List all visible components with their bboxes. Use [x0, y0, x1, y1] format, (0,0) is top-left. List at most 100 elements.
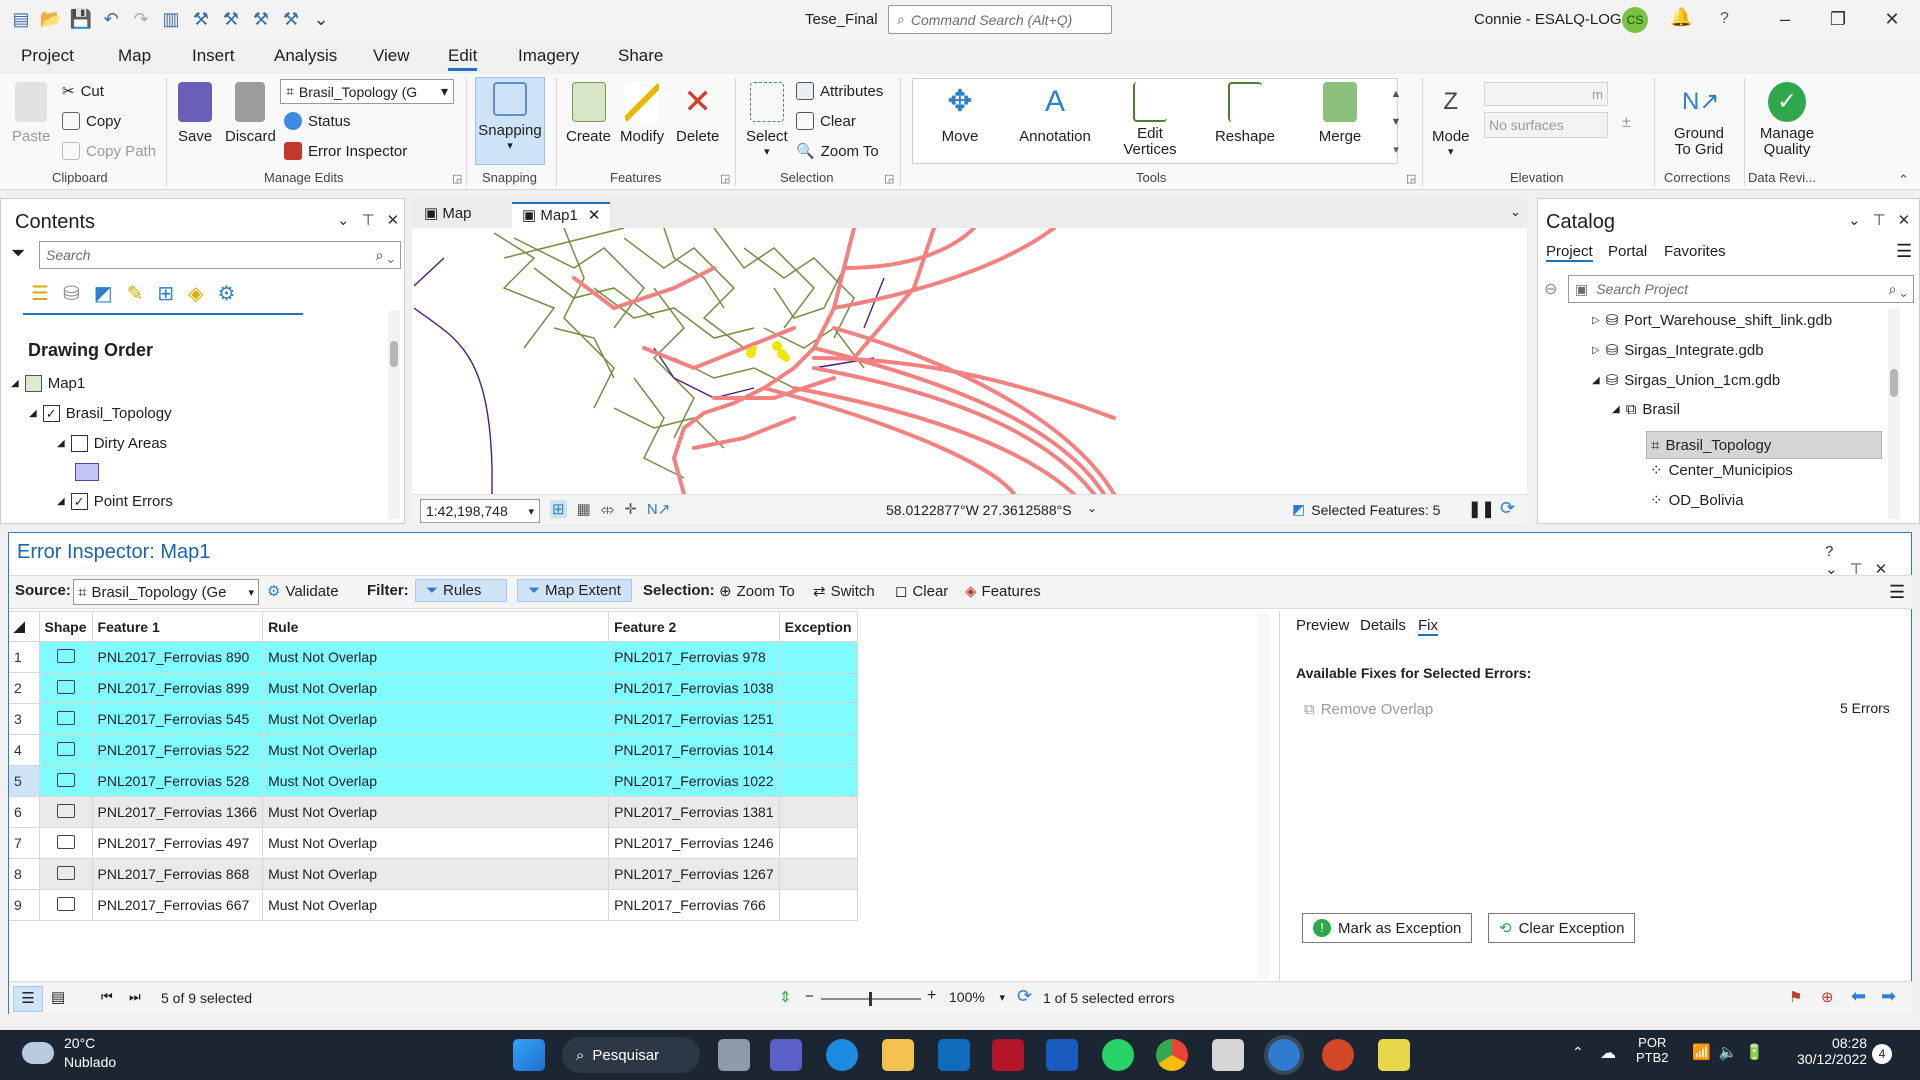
pane-controls[interactable]: ⌄⊤✕	[337, 211, 411, 229]
layer-visibility-checkbox[interactable]: ✓	[70, 493, 88, 510]
tree-item-point-errors[interactable]: ◢ ✓ Point Errors	[57, 493, 173, 510]
zoom-select[interactable]: 100% ▾	[949, 989, 1005, 1005]
table-row[interactable]: 4 PNL2017_Ferrovias 522 Must Not Overlap PN…	[9, 734, 858, 766]
selected-features-indicator[interactable]: ◩ Selected Features: 5	[1292, 501, 1440, 518]
switch-selection-button[interactable]: ⇄ Switch	[813, 582, 875, 601]
catalog-scrollbar[interactable]	[1888, 309, 1900, 519]
contents-scrollbar[interactable]	[388, 311, 400, 519]
file-explorer-icon[interactable]	[882, 1039, 914, 1071]
mode-button[interactable]: Z Mode ▾	[1432, 82, 1470, 158]
select-all-corner[interactable]: ◢	[9, 611, 40, 642]
ground-to-grid-button[interactable]: N↗ Ground To Grid	[1664, 82, 1734, 158]
tab-edit[interactable]: Edit	[448, 46, 478, 71]
clear-selection-button[interactable]: Clear	[796, 112, 856, 130]
edit-vertices-tool[interactable]: Edit Vertices	[1110, 82, 1190, 158]
undo-icon[interactable]: ↶	[98, 8, 124, 30]
zoom-error-icon[interactable]: ⊕	[1821, 988, 1834, 1006]
pane-controls[interactable]: ⌄⊤✕	[1848, 211, 1920, 229]
last-record-icon[interactable]: ⏭	[129, 989, 141, 1005]
zoom-to-selection-button[interactable]: 🔍 Zoom To	[796, 142, 879, 161]
select-features-button[interactable]: ◈ Features	[965, 582, 1041, 601]
snipping-tool-icon[interactable]	[1212, 1039, 1244, 1071]
discard-edits-button[interactable]: Discard	[225, 82, 276, 145]
tab-map1-view[interactable]: ▣ Map1 ✕	[512, 202, 611, 228]
tab-share[interactable]: Share	[618, 46, 663, 66]
zoom-in-icon[interactable]: +	[927, 987, 936, 1005]
pane-controls[interactable]: ?⌄⊤✕	[1825, 543, 1911, 578]
avatar[interactable]: CS	[1622, 7, 1648, 33]
select-button[interactable]: Select ▾	[746, 82, 788, 158]
column-header-shape[interactable]: Shape	[38, 611, 93, 642]
first-record-icon[interactable]: ⏮	[101, 989, 113, 1005]
table-vertical-scrollbar[interactable]	[1257, 613, 1269, 979]
selection-view-icon[interactable]: ◩	[94, 281, 113, 306]
north-arrow-icon[interactable]: N↗	[647, 500, 670, 518]
expand-icon[interactable]: ▷	[1592, 345, 1600, 356]
show-hidden-icons-chevron-icon[interactable]: ⌃	[1572, 1044, 1584, 1061]
notification-badge[interactable]: 4	[1872, 1044, 1892, 1064]
collapse-icon[interactable]: ◢	[29, 408, 37, 419]
table-row[interactable]: 1 PNL2017_Ferrovias 890 Must Not Overlap PN…	[9, 641, 858, 673]
refresh-icon[interactable]: ⟳	[1500, 498, 1515, 519]
dialog-launcher-icon[interactable]: ◲	[884, 172, 894, 185]
edge-icon[interactable]	[826, 1039, 858, 1071]
chrome-icon[interactable]	[1156, 1039, 1188, 1071]
arcgis-pro-icon[interactable]	[1268, 1039, 1300, 1071]
tab-catalog-favorites[interactable]: Favorites	[1664, 243, 1726, 260]
zoom-slider[interactable]	[821, 992, 921, 1006]
input-language[interactable]: POR PTB2	[1636, 1035, 1669, 1065]
manage-quality-button[interactable]: ✓ Manage Quality	[1752, 82, 1822, 158]
catalog-search-input[interactable]: ▣ Search Project ⌕ ⌄	[1568, 275, 1914, 303]
table-row[interactable]: 5 PNL2017_Ferrovias 528 Must Not Overlap PN…	[9, 765, 858, 797]
grid-icon[interactable]: ▦	[577, 500, 591, 518]
redo-icon[interactable]: ↷	[128, 8, 154, 30]
tab-view[interactable]: View	[373, 46, 410, 66]
tab-fix[interactable]: Fix	[1418, 617, 1438, 636]
source-select[interactable]: ⌗ Brasil_Topology (Ge ▾	[73, 579, 259, 605]
outlook-icon[interactable]	[938, 1039, 970, 1071]
topology-select[interactable]: ⌗ Brasil_Topology (G ▾	[280, 79, 454, 104]
copy-path-button[interactable]: Copy Path	[62, 142, 156, 160]
delete-button[interactable]: ✕ Delete	[676, 82, 719, 145]
charts-view-icon[interactable]: ⚙	[218, 281, 236, 306]
list-view-icon[interactable]: ☰	[13, 986, 43, 1012]
word-icon[interactable]	[1046, 1039, 1078, 1071]
column-header-feature2[interactable]: Feature 2	[608, 611, 780, 642]
pause-drawing-icon[interactable]: ❚❚	[1468, 499, 1495, 519]
error-inspector-button[interactable]: Error Inspector	[284, 142, 407, 160]
tab-imagery[interactable]: Imagery	[518, 46, 579, 66]
elevation-settings-icon[interactable]: ±	[1622, 114, 1631, 132]
filter-icon[interactable]: ⏷	[11, 243, 25, 264]
gallery-scroll[interactable]: ▲ ▼ ▾	[1388, 80, 1404, 164]
annotation-tool[interactable]: A Annotation	[1015, 82, 1095, 145]
close-icon[interactable]: ✕	[1877, 6, 1907, 32]
menu-icon[interactable]: ☰	[1889, 582, 1905, 603]
table-row[interactable]: 8 PNL2017_Ferrovias 868 Must Not Overlap PN…	[9, 858, 858, 890]
geoprocessing-tool-icon[interactable]: ⚒	[188, 8, 214, 30]
paste-button[interactable]: Paste	[12, 82, 50, 145]
map-scale-select[interactable]: 1:42,198,748 ▾	[420, 499, 540, 523]
modify-button[interactable]: Modify	[620, 82, 664, 145]
mark-as-exception-button[interactable]: ! Mark as Exception	[1302, 913, 1473, 943]
catalog-item-gdb[interactable]: ▷ ⛁ Sirgas_Integrate.gdb	[1592, 341, 1764, 360]
crosshair-icon[interactable]: ✛	[624, 500, 637, 518]
refresh-icon[interactable]: ⟳	[1017, 986, 1032, 1007]
labeling-view-icon[interactable]: ◈	[188, 281, 203, 306]
teams-icon[interactable]	[770, 1039, 802, 1071]
copy-button[interactable]: Copy	[62, 112, 121, 130]
column-header-exception[interactable]: Exception	[778, 611, 858, 642]
tab-preview[interactable]: Preview	[1296, 617, 1349, 634]
snapping-view-icon[interactable]: ⊞	[157, 281, 174, 306]
snapping-button[interactable]: Snapping ▾	[475, 77, 545, 165]
rules-filter-button[interactable]: ⏷ Rules	[415, 579, 507, 602]
status-button[interactable]: Status	[284, 112, 351, 130]
tab-details[interactable]: Details	[1360, 617, 1406, 634]
table-row[interactable]: 9 PNL2017_Ferrovias 667 Must Not Overlap PN…	[9, 889, 858, 921]
editing-view-icon[interactable]: ✎	[127, 281, 144, 306]
zoom-to-errors-button[interactable]: ⊕ Zoom To	[719, 582, 795, 601]
catalog-item-feature-class[interactable]: ⁘ OD_Bolivia	[1650, 491, 1744, 510]
merge-tool[interactable]: Merge	[1300, 82, 1380, 145]
coordinate-format-chevron-icon[interactable]: ⌄	[1087, 501, 1097, 515]
fixed-zoom-icon[interactable]: ⊞	[550, 500, 567, 518]
tasks-app-icon[interactable]	[1378, 1039, 1410, 1071]
